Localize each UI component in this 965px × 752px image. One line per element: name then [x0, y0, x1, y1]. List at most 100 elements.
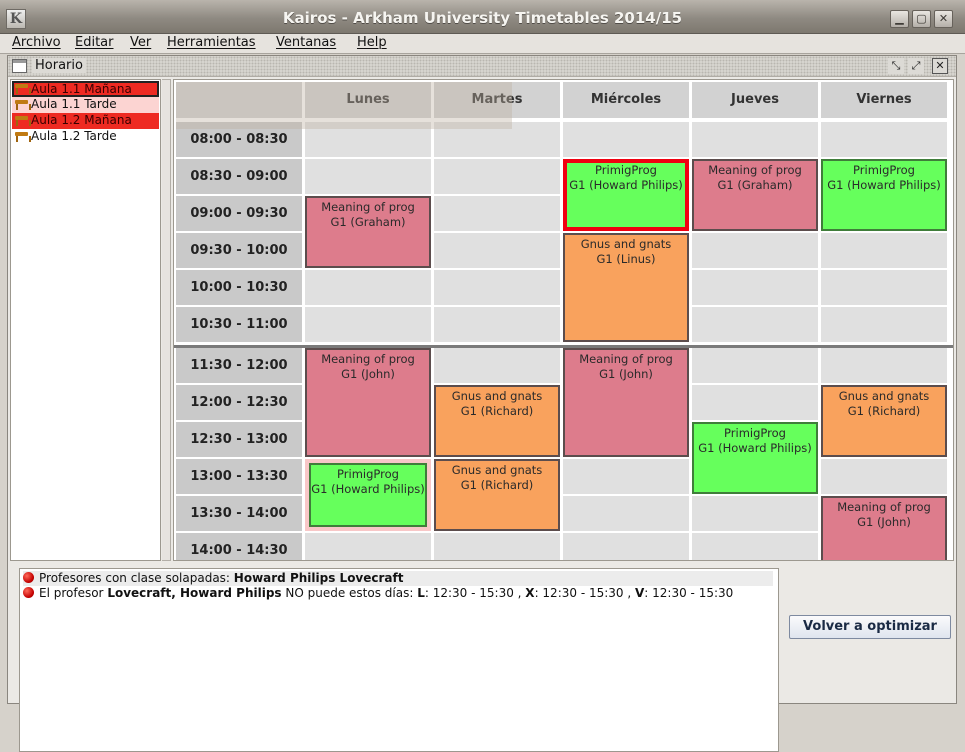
timetable-cell[interactable]	[563, 496, 689, 531]
timetable-cell[interactable]	[821, 270, 947, 305]
timetable-cell[interactable]	[434, 307, 560, 342]
class-group: G1 (Richard)	[460, 478, 534, 492]
timetable-cell[interactable]	[434, 533, 560, 560]
class-subject: PrimigProg	[337, 467, 399, 481]
reoptimize-button[interactable]: Volver a optimizar	[789, 615, 951, 639]
class-block-conflict[interactable]: PrimigProg G1 (Howard Philips)	[563, 159, 689, 231]
class-block[interactable]: Meaning of prog G1 (Graham)	[305, 196, 431, 268]
message-day: L	[417, 586, 425, 600]
class-block[interactable]: Meaning of prog G1 (John)	[563, 348, 689, 457]
timetable-cell[interactable]	[305, 159, 431, 194]
window-title: Kairos - Arkham University Timetables 20…	[282, 9, 683, 27]
timetable-cell[interactable]	[563, 122, 689, 157]
room-item-aula-1-2-manana[interactable]: Aula 1.2 Mañana	[12, 113, 159, 129]
calendar-icon	[12, 59, 27, 73]
timetable-cell[interactable]	[821, 122, 947, 157]
class-block[interactable]: Meaning of prog G1 (Graham)	[692, 159, 818, 231]
restore-icon[interactable]: ⤢	[908, 58, 924, 74]
day-header: Viernes	[821, 82, 947, 118]
window-titlebar: K Kairos - Arkham University Timetables …	[0, 0, 965, 34]
timetable-cell[interactable]	[305, 533, 431, 560]
iconify-icon[interactable]: ⤡	[888, 58, 904, 74]
class-group: G1 (John)	[599, 367, 653, 381]
day-header: Jueves	[692, 82, 818, 118]
class-block[interactable]: PrimigProg G1 (Howard Philips)	[309, 463, 427, 527]
timetable-cell[interactable]	[563, 533, 689, 560]
time-slot-label: 10:30 - 11:00	[176, 307, 302, 342]
room-label: Aula 1.2 Mañana	[31, 113, 132, 127]
timetable-cell[interactable]	[434, 122, 560, 157]
class-block[interactable]: Gnus and gnats G1 (Richard)	[821, 385, 947, 457]
timetable-cell[interactable]	[821, 459, 947, 494]
class-subject: PrimigProg	[853, 163, 915, 177]
grid-corner	[176, 82, 302, 118]
timetable-cell[interactable]	[692, 122, 818, 157]
timetable-cell[interactable]	[434, 196, 560, 231]
class-subject: Gnus and gnats	[451, 389, 543, 403]
class-group: G1 (Richard)	[847, 404, 921, 418]
timetable-cell[interactable]	[692, 496, 818, 531]
minimize-icon[interactable]: ▁	[890, 10, 909, 28]
timetable-cell[interactable]	[821, 307, 947, 342]
timetable-cell[interactable]	[305, 122, 431, 157]
menu-ventanas[interactable]: Ventanas	[276, 35, 336, 50]
timetable-cell[interactable]	[434, 348, 560, 383]
timetable-cell[interactable]	[563, 459, 689, 494]
room-item-aula-1-2-tarde[interactable]: Aula 1.2 Tarde	[12, 129, 159, 145]
timetable-cell[interactable]	[305, 270, 431, 305]
message-availability[interactable]: El profesor Lovecraft, Howard Philips NO…	[23, 586, 773, 601]
time-slot-label: 10:00 - 10:30	[176, 270, 302, 305]
timetable-cell[interactable]	[821, 233, 947, 268]
timetable-cell[interactable]	[692, 307, 818, 342]
class-group: G1 (Graham)	[330, 215, 406, 229]
close-frame-icon[interactable]: ✕	[932, 58, 948, 74]
class-subject: Meaning of prog	[579, 352, 673, 366]
class-subject: Gnus and gnats	[838, 389, 930, 403]
menu-archivo[interactable]: Archivo	[12, 35, 61, 50]
menubar: Archivo Editar Ver Herramientas Ventanas…	[0, 34, 965, 54]
class-subject: Meaning of prog	[837, 500, 931, 514]
timetable-cell[interactable]	[434, 159, 560, 194]
message-hours: : 12:30 - 15:30 ,	[534, 586, 635, 600]
timetable-cell[interactable]	[692, 270, 818, 305]
class-group: G1 (Linus)	[596, 252, 656, 266]
timetable-cell[interactable]	[692, 233, 818, 268]
message-text: Profesores con clase solapadas:	[39, 571, 234, 585]
room-item-aula-1-1-manana[interactable]: Aula 1.1 Mañana	[12, 81, 159, 97]
class-block[interactable]: Gnus and gnats G1 (Richard)	[434, 459, 560, 531]
message-text: NO puede estos días:	[281, 586, 418, 600]
message-hours: : 12:30 - 15:30	[644, 586, 734, 600]
timetable-cell[interactable]	[692, 385, 818, 420]
time-slot-label: 08:30 - 09:00	[176, 159, 302, 194]
class-block[interactable]: Meaning of prog G1 (John)	[305, 348, 431, 457]
class-block[interactable]: Gnus and gnats G1 (Richard)	[434, 385, 560, 457]
menu-help[interactable]: Help	[357, 35, 387, 50]
menu-ver[interactable]: Ver	[130, 35, 151, 50]
class-subject: PrimigProg	[595, 163, 657, 177]
time-slot-label: 13:00 - 13:30	[176, 459, 302, 494]
timetable-cell[interactable]	[305, 307, 431, 342]
timetable-cell[interactable]	[434, 270, 560, 305]
timetable-cell[interactable]	[434, 233, 560, 268]
class-group: G1 (Howard Philips)	[311, 482, 425, 496]
menu-editar[interactable]: Editar	[75, 35, 114, 50]
message-teacher: Lovecraft, Howard Philips	[107, 586, 282, 600]
timetable-cell[interactable]	[692, 348, 818, 383]
class-block[interactable]: Meaning of prog G1 (John)	[821, 496, 947, 560]
timetable-cell[interactable]	[821, 348, 947, 383]
class-block[interactable]: Gnus and gnats G1 (Linus)	[563, 233, 689, 342]
class-subject: Gnus and gnats	[451, 463, 543, 477]
room-label: Aula 1.1 Mañana	[31, 82, 132, 96]
class-subject: Meaning of prog	[321, 352, 415, 366]
timetable-cell[interactable]	[692, 533, 818, 560]
message-overlap[interactable]: Profesores con clase solapadas: Howard P…	[23, 571, 773, 586]
maximize-icon[interactable]: ▢	[912, 10, 931, 28]
chair-icon	[15, 116, 31, 126]
room-list-scrollbar[interactable]	[162, 79, 171, 561]
menu-herramientas[interactable]: Herramientas	[167, 35, 256, 50]
close-window-icon[interactable]: ✕	[934, 10, 953, 28]
room-item-aula-1-1-tarde[interactable]: Aula 1.1 Tarde	[12, 97, 159, 113]
class-block[interactable]: PrimigProg G1 (Howard Philips)	[821, 159, 947, 231]
day-header: Martes	[434, 82, 560, 118]
class-block[interactable]: PrimigProg G1 (Howard Philips)	[692, 422, 818, 494]
